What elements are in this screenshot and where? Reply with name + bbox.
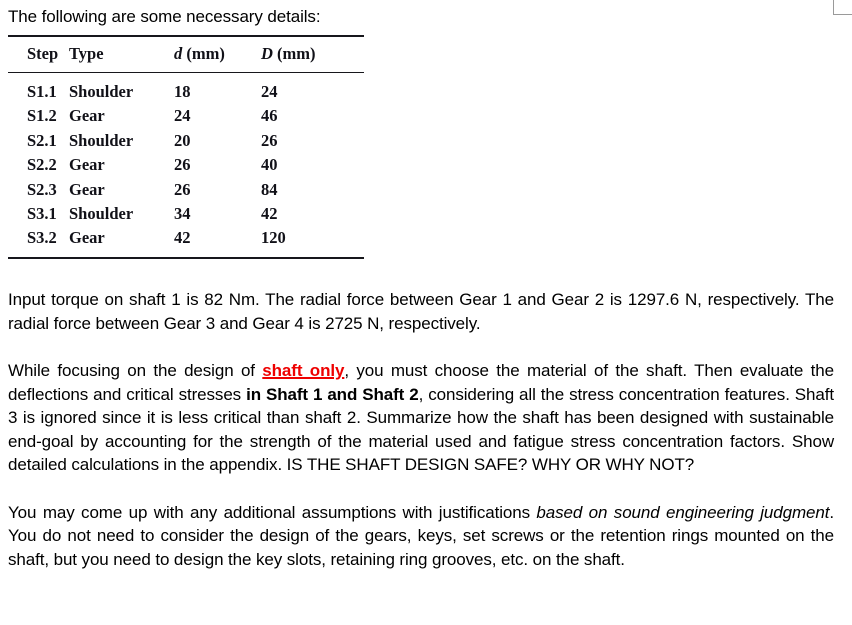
paragraph-assumptions: You may come up with any additional assu…: [8, 501, 834, 572]
table-cell-d: 26: [174, 155, 191, 175]
table-row: S3.2 Gear 42 120: [8, 226, 364, 257]
table-cell-type: Shoulder: [69, 82, 134, 101]
table-cell-type: Gear: [69, 228, 105, 248]
table-cell-step: S3.1: [27, 203, 57, 223]
paragraph-torque-forces: Input torque on shaft 1 is 82 Nm. The ra…: [8, 290, 834, 333]
table-bottom-rule: [8, 257, 364, 260]
shaft-step-table: Step Type d (mm) D (mm) S1.1 Shoulder 18 24…: [8, 35, 364, 257]
table-cell-D: 84: [261, 179, 278, 199]
column-header-d-symbol: d: [174, 44, 183, 63]
table-cell-d: 20: [174, 130, 191, 150]
design-text-part-1: While focusing on the design of: [8, 361, 263, 381]
table-cell-step: S2.1: [27, 130, 57, 150]
table-row: S1.1 Shoulder 18 24: [8, 73, 364, 105]
table-cell-d: 26: [174, 179, 191, 199]
highlight-shaft-only: shaft only: [262, 361, 345, 381]
column-header-d-unit: (mm): [186, 44, 225, 63]
table-row: S3.1 Shoulder 34 42: [8, 202, 364, 226]
table-cell-d: 18: [174, 82, 191, 101]
table-cell-d: 42: [174, 228, 191, 248]
column-header-D: D (mm): [261, 36, 364, 73]
document-page: The following are some necessary details…: [8, 5, 834, 588]
table-cell-type: Shoulder: [69, 203, 134, 223]
table-header: Step Type d (mm) D (mm): [8, 36, 364, 73]
table-cell-step: S3.2: [27, 228, 57, 248]
table-cell-D: 40: [261, 155, 278, 175]
table-cell-step: S1.2: [27, 106, 57, 126]
table-row: S2.3 Gear 26 84: [8, 177, 364, 201]
intro-line: The following are some necessary details…: [8, 7, 321, 26]
table-header-row: Step Type d (mm) D (mm): [8, 36, 364, 73]
table-cell-step: S2.3: [27, 179, 57, 199]
paragraph-design-requirements: While focusing on the design of shaft on…: [8, 359, 834, 477]
table-cell-step: S2.2: [27, 155, 57, 175]
table-cell-type: Gear: [69, 106, 105, 126]
emphasis-engineering-judgment: based on sound engineering judgment: [536, 502, 830, 522]
column-header-D-unit: (mm): [277, 44, 316, 63]
table-cell-type: Gear: [69, 179, 105, 199]
column-header-d: d (mm): [174, 36, 261, 73]
spec-table-container: Step Type d (mm) D (mm) S1.1 Shoulder 18 24…: [8, 35, 364, 260]
crop-corner-mark: [833, 0, 852, 15]
table-cell-d: 34: [174, 203, 191, 223]
table-row: S2.1 Shoulder 20 26: [8, 129, 364, 153]
table-cell-D: 46: [261, 106, 278, 126]
table-cell-D: 26: [261, 130, 278, 150]
column-header-step: Step: [27, 44, 59, 63]
column-header-type: Type: [69, 44, 104, 63]
table-cell-D: 120: [261, 228, 286, 248]
table-cell-D: 24: [261, 82, 278, 101]
table-cell-type: Shoulder: [69, 130, 134, 150]
table-cell-step: S1.1: [27, 82, 57, 101]
column-header-D-symbol: D: [261, 44, 273, 63]
table-body: S1.1 Shoulder 18 24 S1.2 Gear 24 46 S2.1 Shoulder…: [8, 73, 364, 258]
table-cell-type: Gear: [69, 155, 105, 175]
table-cell-d: 24: [174, 106, 191, 126]
assumptions-text-part-1: You may come up with any additional assu…: [8, 502, 537, 522]
table-row: S1.2 Gear 24 46: [8, 104, 364, 128]
table-cell-D: 42: [261, 203, 278, 223]
table-row: S2.2 Gear 26 40: [8, 153, 364, 177]
emphasis-shaft-1-and-2: in Shaft 1 and Shaft 2: [246, 384, 419, 404]
